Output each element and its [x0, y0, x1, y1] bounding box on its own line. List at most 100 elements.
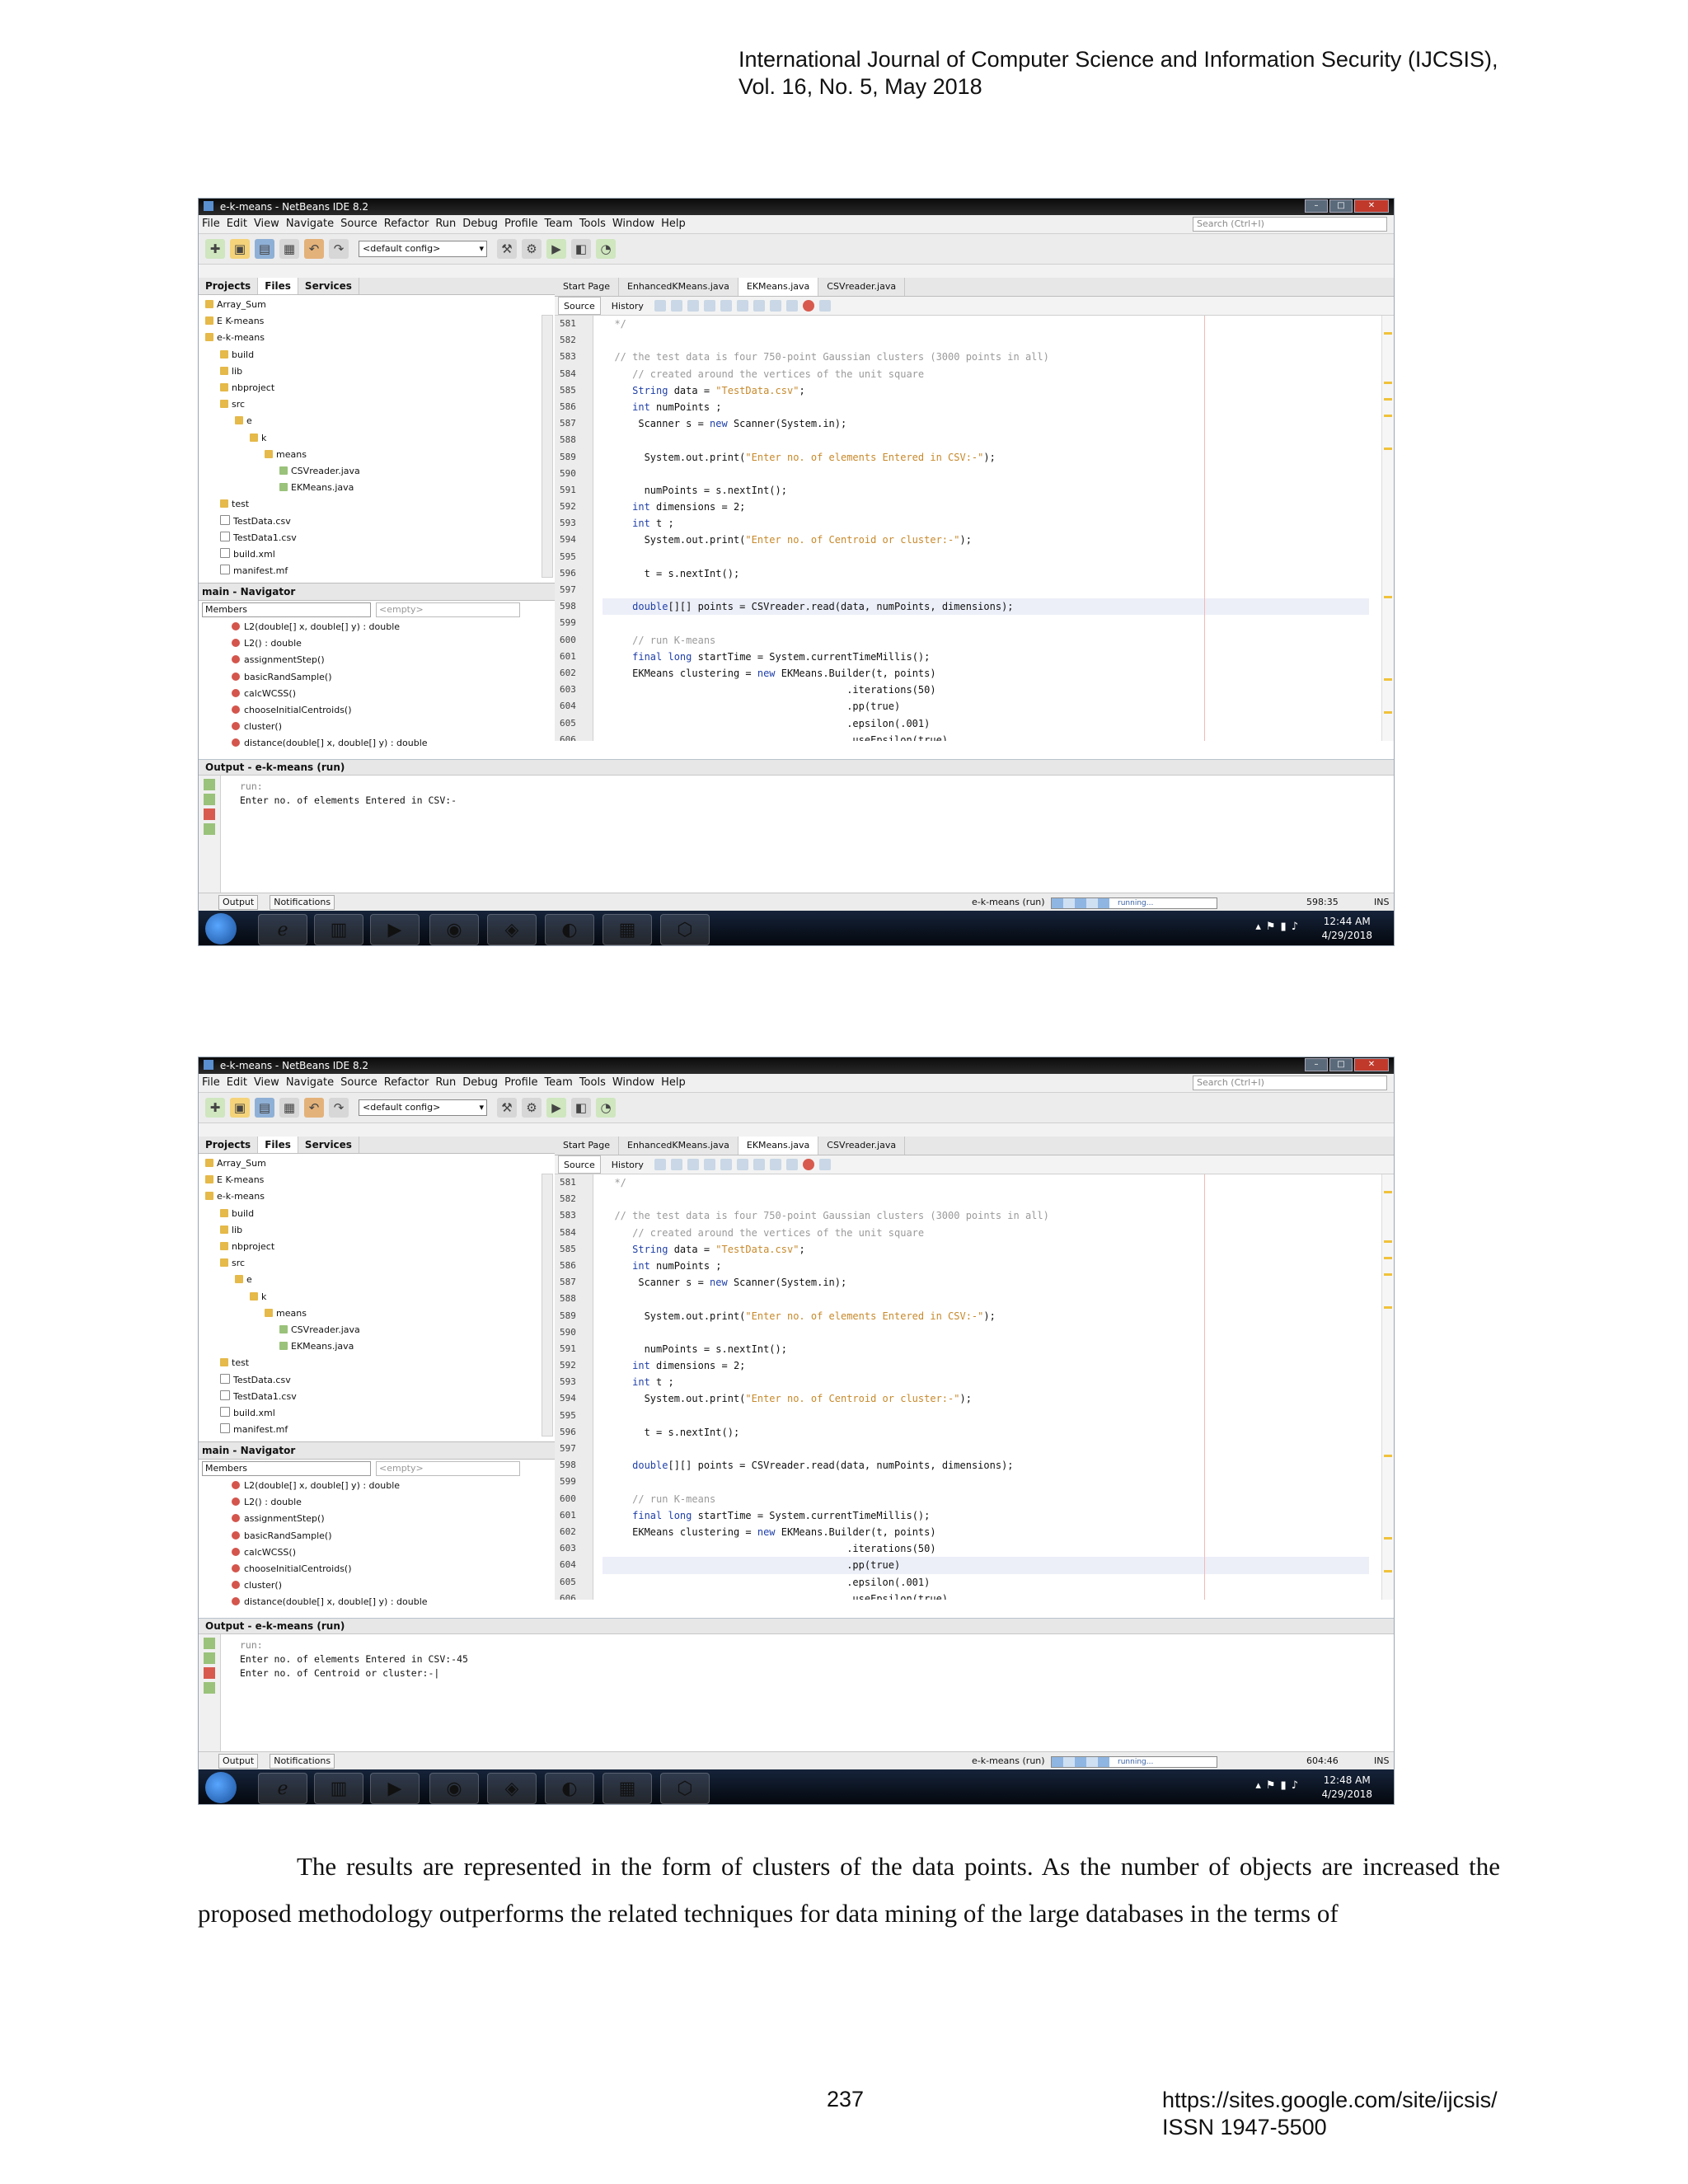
- undo-icon[interactable]: ↶: [304, 1098, 324, 1118]
- tree-scrollbar[interactable]: [542, 315, 553, 578]
- internet-explorer-icon[interactable]: ℯ: [258, 1773, 307, 1804]
- taskbar-clock[interactable]: 12:48 AM 4/29/2018: [1321, 1774, 1372, 1802]
- member-item[interactable]: L2(double[] x, double[] y) : double: [232, 1478, 555, 1494]
- output-status-tab[interactable]: Output: [218, 1754, 259, 1769]
- search-input[interactable]: Search (Ctrl+I): [1193, 217, 1387, 232]
- stripe-mark[interactable]: [1384, 398, 1392, 401]
- menu-view[interactable]: View: [254, 218, 279, 230]
- open-project-icon[interactable]: ▤: [255, 239, 274, 259]
- start-macro-icon[interactable]: [802, 1159, 814, 1170]
- tree-item[interactable]: test: [199, 1355, 555, 1371]
- stripe-mark[interactable]: [1384, 678, 1392, 681]
- find-next-icon[interactable]: [736, 1159, 748, 1170]
- menu-help[interactable]: Help: [661, 218, 686, 230]
- network-icon[interactable]: ▮: [1281, 1779, 1292, 1792]
- file-explorer-icon[interactable]: ▥: [314, 1773, 363, 1804]
- chrome-icon[interactable]: ◉: [429, 1773, 479, 1804]
- menu-source[interactable]: Source: [340, 218, 377, 230]
- menu-edit[interactable]: Edit: [227, 1076, 247, 1089]
- members-select[interactable]: Members: [202, 1461, 371, 1476]
- tree-item[interactable]: TestData.csv: [199, 1372, 555, 1389]
- stripe-mark[interactable]: [1384, 415, 1392, 417]
- menu-tools[interactable]: Tools: [579, 1076, 606, 1089]
- stripe-mark[interactable]: [1384, 1306, 1392, 1309]
- rerun-icon[interactable]: [204, 1638, 215, 1649]
- tree-item[interactable]: src: [199, 396, 555, 413]
- tree-item[interactable]: E K-means: [199, 313, 555, 330]
- redo-icon[interactable]: ↷: [329, 1098, 349, 1118]
- tree-item[interactable]: manifest.mf: [199, 1422, 555, 1438]
- firefox-icon[interactable]: ◐: [545, 914, 594, 945]
- file-tab[interactable]: Start Page: [555, 278, 619, 296]
- new-file-icon[interactable]: ✚: [205, 239, 225, 259]
- history-tab[interactable]: History: [606, 297, 649, 315]
- stripe-mark[interactable]: [1384, 1257, 1392, 1259]
- members-select[interactable]: Members: [202, 602, 371, 617]
- stripe-mark[interactable]: [1384, 332, 1392, 335]
- open-project-icon[interactable]: ▤: [255, 1098, 274, 1118]
- back-icon[interactable]: [670, 1159, 682, 1170]
- undo-icon[interactable]: ↶: [304, 239, 324, 259]
- tree-item[interactable]: EKMeans.java: [199, 1338, 555, 1355]
- toggle-highlight-icon[interactable]: [753, 300, 765, 312]
- debug-icon[interactable]: ◧: [571, 239, 591, 259]
- internet-explorer-icon[interactable]: ℯ: [258, 914, 307, 945]
- stripe-mark[interactable]: [1384, 1191, 1392, 1193]
- profile-icon[interactable]: ◔: [596, 239, 616, 259]
- start-button-icon[interactable]: [205, 913, 237, 944]
- member-item[interactable]: basicRandSample(): [232, 669, 555, 686]
- tree-item[interactable]: e: [199, 413, 555, 429]
- tree-item[interactable]: CSVreader.java: [199, 1322, 555, 1338]
- rerun-icon[interactable]: [204, 779, 215, 790]
- minimize-icon[interactable]: –: [1305, 199, 1328, 213]
- build-icon[interactable]: ⚒: [497, 1098, 517, 1118]
- tree-item[interactable]: build.xml: [199, 546, 555, 563]
- menu-file[interactable]: File: [202, 218, 220, 230]
- tree-item[interactable]: e-k-means: [199, 1188, 555, 1205]
- tree-item[interactable]: Array_Sum: [199, 297, 555, 313]
- menu-refactor[interactable]: Refactor: [384, 218, 429, 230]
- tree-item[interactable]: src: [199, 1255, 555, 1272]
- debug-icon[interactable]: ◧: [571, 1098, 591, 1118]
- member-item[interactable]: calcWCSS(): [232, 1544, 555, 1561]
- tree-item[interactable]: nbproject: [199, 380, 555, 396]
- member-item[interactable]: distance(double[] x, double[] y) : doubl…: [232, 1594, 555, 1610]
- tree-item[interactable]: manifest.mf: [199, 563, 555, 579]
- tree-item[interactable]: Array_Sum: [199, 1155, 555, 1172]
- rerun-different-icon[interactable]: [204, 1652, 215, 1664]
- menu-team[interactable]: Team: [544, 1076, 572, 1089]
- run-icon[interactable]: ▶: [546, 1098, 566, 1118]
- member-item[interactable]: assignmentStep(): [232, 1511, 555, 1527]
- run-icon[interactable]: ▶: [546, 239, 566, 259]
- menu-profile[interactable]: Profile: [504, 1076, 537, 1089]
- tree-item[interactable]: k: [199, 1289, 555, 1305]
- tab-projects[interactable]: Projects: [199, 278, 259, 294]
- menu-edit[interactable]: Edit: [227, 218, 247, 230]
- menu-help[interactable]: Help: [661, 1076, 686, 1089]
- save-all-icon[interactable]: ▦: [279, 1098, 299, 1118]
- source-tab[interactable]: Source: [558, 297, 601, 315]
- tree-item[interactable]: CSVreader.java: [199, 463, 555, 480]
- output-settings-icon[interactable]: [204, 1682, 215, 1694]
- member-item[interactable]: assignmentStep(): [232, 652, 555, 668]
- shift-left-icon[interactable]: [769, 1159, 781, 1170]
- stop-icon[interactable]: [204, 1667, 215, 1679]
- stop-macro-icon[interactable]: [818, 300, 831, 312]
- output-text[interactable]: run: Enter no. of elements Entered in CSV…: [240, 780, 457, 808]
- file-tab[interactable]: EKMeans.java: [738, 1137, 819, 1155]
- file-explorer-icon[interactable]: ▥: [314, 914, 363, 945]
- tray-arrow-icon[interactable]: ▴: [1255, 1779, 1266, 1792]
- flag-icon[interactable]: ⚑: [1266, 1779, 1281, 1792]
- redo-icon[interactable]: ↷: [329, 239, 349, 259]
- new-project-icon[interactable]: ▣: [230, 1098, 250, 1118]
- member-item[interactable]: L2() : double: [232, 1494, 555, 1511]
- stop-icon[interactable]: [204, 808, 215, 820]
- menu-window[interactable]: Window: [612, 218, 654, 230]
- stripe-mark[interactable]: [1384, 1537, 1392, 1540]
- menu-run[interactable]: Run: [435, 1076, 456, 1089]
- virtualbox-icon[interactable]: ⬡: [660, 914, 710, 945]
- stripe-mark[interactable]: [1384, 1570, 1392, 1572]
- config-select[interactable]: <default config>: [359, 241, 487, 257]
- member-item[interactable]: cluster(): [232, 1577, 555, 1594]
- close-icon[interactable]: ✕: [1354, 199, 1389, 213]
